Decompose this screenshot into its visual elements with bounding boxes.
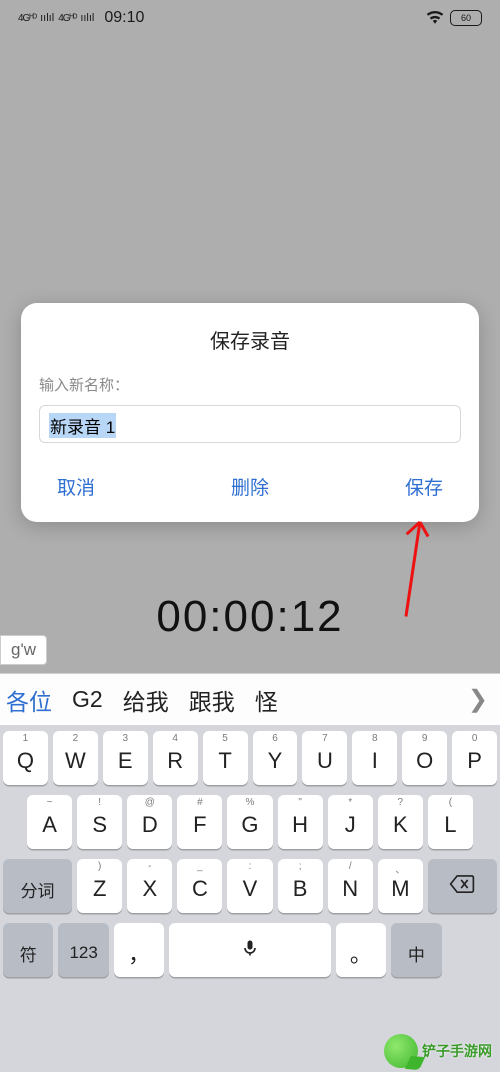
key-f[interactable]: #F <box>177 795 222 849</box>
battery-icon: 60 <box>450 10 482 26</box>
key-e[interactable]: 3E <box>103 731 148 785</box>
candidate-item[interactable]: G2 <box>72 686 103 713</box>
key-c[interactable]: _C <box>177 859 222 913</box>
signal-bars-icon: ıılıl <box>80 12 94 24</box>
watermark-text: 铲子手游网 <box>422 1041 492 1061</box>
candidate-expand-icon[interactable]: ❯ <box>462 685 494 714</box>
pinyin-composition[interactable]: g'w <box>0 635 47 665</box>
candidate-item[interactable]: 给我 <box>123 683 169 717</box>
watermark-logo-icon <box>384 1034 418 1068</box>
key-l[interactable]: (L <box>428 795 473 849</box>
period-key[interactable]: 。 <box>336 923 386 977</box>
key-w[interactable]: 2W <box>53 731 98 785</box>
save-button[interactable]: 保存 <box>397 467 451 506</box>
candidate-item[interactable]: 各位 <box>6 683 52 717</box>
ime-candidate-bar: 各位 G2 给我 跟我 怪 ❯ <box>0 673 500 725</box>
delete-button[interactable]: 删除 <box>223 467 277 506</box>
wifi-icon <box>426 10 444 27</box>
key-v[interactable]: :V <box>227 859 272 913</box>
key-x[interactable]: -X <box>127 859 172 913</box>
key-row-2: ~A!S@D#F%G"H*J?K(L <box>3 795 497 849</box>
backspace-key[interactable] <box>428 859 497 913</box>
key-z[interactable]: )Z <box>77 859 122 913</box>
candidate-item[interactable]: 怪 <box>255 683 278 717</box>
name-input-wrap: 新录音 1 <box>39 405 461 443</box>
key-m[interactable]: 、M <box>378 859 423 913</box>
key-s[interactable]: !S <box>77 795 122 849</box>
key-b[interactable]: ;B <box>278 859 323 913</box>
key-j[interactable]: *J <box>328 795 373 849</box>
microphone-icon <box>240 938 260 963</box>
key-row-1: 1Q2W3E4R5T6Y7U8I9O0P <box>3 731 497 785</box>
dialog-actions: 取消 删除 保存 <box>39 467 461 508</box>
key-g[interactable]: %G <box>227 795 272 849</box>
signal-1: 4Gᴴᴰ <box>18 13 36 24</box>
comma-key[interactable]: ， <box>114 923 164 977</box>
key-u[interactable]: 7U <box>302 731 347 785</box>
key-k[interactable]: ?K <box>378 795 423 849</box>
candidate-item[interactable]: 跟我 <box>189 683 235 717</box>
clock: 09:10 <box>104 9 144 27</box>
watermark: 铲子手游网 <box>376 1030 500 1072</box>
symbol-key[interactable]: 符 <box>3 923 53 977</box>
key-o[interactable]: 9O <box>402 731 447 785</box>
key-q[interactable]: 1Q <box>3 731 48 785</box>
save-recording-dialog: 保存录音 输入新名称： 新录音 1 取消 删除 保存 <box>21 303 479 522</box>
key-n[interactable]: /N <box>328 859 373 913</box>
recording-timer: 00:00:12 <box>0 592 500 642</box>
key-r[interactable]: 4R <box>153 731 198 785</box>
dialog-title: 保存录音 <box>39 325 461 354</box>
key-t[interactable]: 5T <box>203 731 248 785</box>
key-row-4: 符 123 ， 。 中 <box>3 923 497 977</box>
backspace-icon <box>449 874 475 899</box>
key-d[interactable]: @D <box>127 795 172 849</box>
segment-key[interactable]: 分词 <box>3 859 72 913</box>
recording-name-input[interactable] <box>39 405 461 443</box>
numeric-key[interactable]: 123 <box>58 923 108 977</box>
input-label: 输入新名称： <box>39 374 461 395</box>
soft-keyboard: 1Q2W3E4R5T6Y7U8I9O0P ~A!S@D#F%G"H*J?K(L … <box>0 725 500 1072</box>
key-row-3: 分词 )Z-X_C:V;B/N、M <box>3 859 497 913</box>
signal-bars-icon: ıılıl <box>40 12 54 24</box>
key-y[interactable]: 6Y <box>253 731 298 785</box>
language-key[interactable]: 中 <box>391 923 441 977</box>
cancel-button[interactable]: 取消 <box>49 467 103 506</box>
key-a[interactable]: ~A <box>27 795 72 849</box>
status-bar: 4Gᴴᴰ ıılıl 4Gᴴᴰ ıılıl 09:10 60 <box>0 0 500 36</box>
space-key[interactable] <box>169 923 330 977</box>
key-h[interactable]: "H <box>278 795 323 849</box>
status-right: 60 <box>426 10 482 27</box>
key-i[interactable]: 8I <box>352 731 397 785</box>
signal-2: 4Gᴴᴰ <box>58 13 76 24</box>
status-left: 4Gᴴᴰ ıılıl 4Gᴴᴰ ıılıl 09:10 <box>18 9 144 27</box>
key-p[interactable]: 0P <box>452 731 497 785</box>
